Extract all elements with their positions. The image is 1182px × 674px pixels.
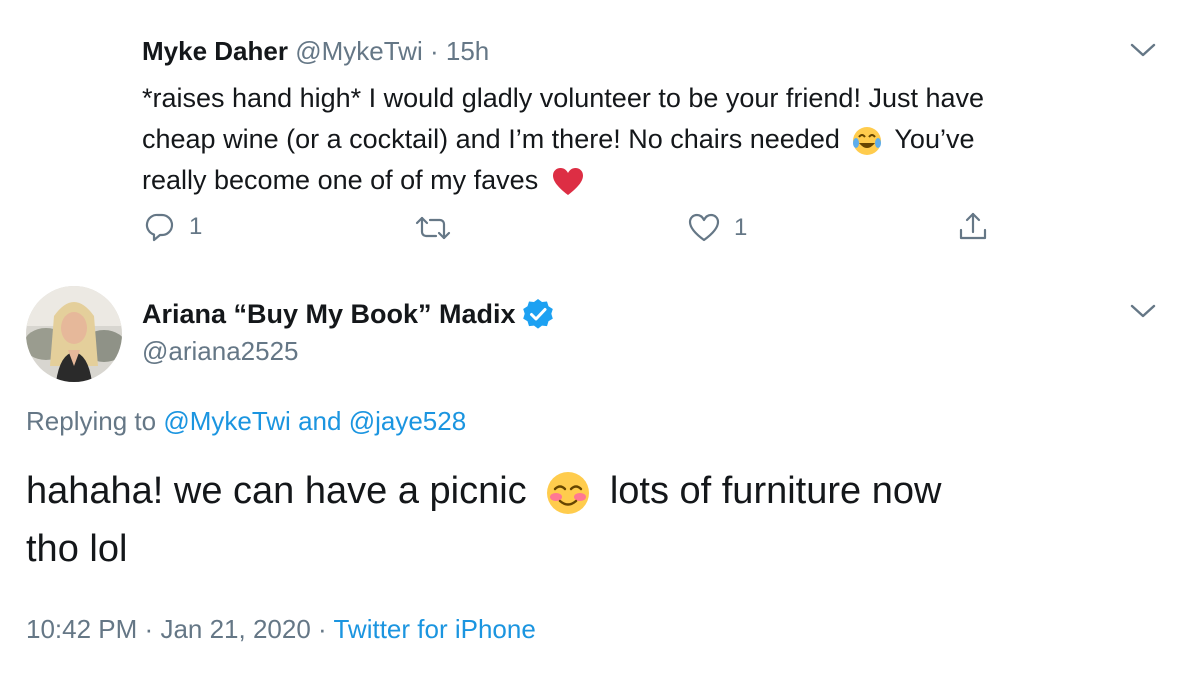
reply-tweet-text: *raises hand high* I would gladly volunt…: [142, 78, 1142, 201]
replying-prefix: Replying to: [26, 406, 157, 436]
share-action[interactable]: [958, 211, 988, 243]
tweet-time[interactable]: 10:42 PM: [26, 614, 137, 644]
main-tweet-text: hahaha! we can have a picnic lots of fur…: [26, 462, 1166, 578]
reply-text-line1: *raises hand high* I would gladly volunt…: [142, 83, 985, 113]
face-with-tears-of-joy-icon: [853, 126, 882, 155]
main-text-line1: hahaha! we can have a picnic lots of fur…: [26, 462, 1166, 520]
chevron-down-icon[interactable]: [1130, 42, 1156, 58]
red-heart-icon: [552, 167, 583, 195]
reply-author-handle[interactable]: @MykeTwi: [295, 36, 423, 66]
like-action[interactable]: 1: [688, 213, 747, 243]
reply-text-line2a: cheap wine (or a cocktail) and I’m there…: [142, 124, 840, 154]
retweet-action[interactable]: [414, 214, 452, 242]
tweet-source[interactable]: Twitter for iPhone: [333, 614, 535, 644]
reply-tweet-header: Myke Daher @MykeTwi · 15h: [142, 36, 489, 67]
like-icon: [688, 213, 720, 242]
main-author-name-row[interactable]: Ariana “Buy My Book” Madix: [142, 298, 554, 330]
reply-author-name[interactable]: Myke Daher: [142, 36, 288, 66]
main-text-line2: tho lol: [26, 528, 128, 570]
avatar-photo: [26, 286, 122, 382]
share-icon: [959, 212, 987, 240]
replying-and[interactable]: and: [298, 406, 341, 436]
like-count: 1: [734, 214, 748, 241]
main-text-part1: hahaha! we can have a picnic: [26, 470, 527, 512]
reply-icon: [145, 213, 174, 242]
main-author-name[interactable]: Ariana “Buy My Book” Madix: [142, 299, 516, 330]
reply-text-line2b: You’ve: [894, 124, 975, 154]
retweet-icon: [415, 216, 451, 240]
verified-badge-icon: [522, 299, 553, 329]
reply-text-line3-text: really become one of of my faves: [142, 165, 539, 195]
main-text-part2: lots of furniture now: [609, 470, 942, 512]
meta-separator: ·: [318, 614, 327, 644]
replying-user-myketwi[interactable]: @MykeTwi: [163, 406, 291, 436]
replying-to-line: Replying to @MykeTwi and @jaye528: [26, 406, 466, 437]
tweet-date[interactable]: Jan 21, 2020: [160, 614, 310, 644]
reply-count: 1: [189, 213, 203, 240]
reply-action[interactable]: 1: [145, 212, 202, 242]
meta-separator: ·: [144, 614, 154, 644]
reply-text-line3: really become one of of my faves: [142, 160, 1142, 201]
chevron-down-icon[interactable]: [1130, 303, 1156, 319]
main-author-handle[interactable]: @ariana2525: [142, 336, 299, 367]
avatar[interactable]: [26, 286, 122, 382]
replying-user-jaye528[interactable]: @jaye528: [349, 406, 466, 436]
smiling-face-with-blush-icon: [547, 471, 590, 514]
reply-text-line2: cheap wine (or a cocktail) and I’m there…: [142, 119, 1142, 160]
reply-timestamp[interactable]: 15h: [446, 36, 489, 66]
tweet-meta: 10:42 PM · Jan 21, 2020 · Twitter for iP…: [26, 614, 536, 645]
reply-time-separator: ·: [429, 36, 439, 66]
